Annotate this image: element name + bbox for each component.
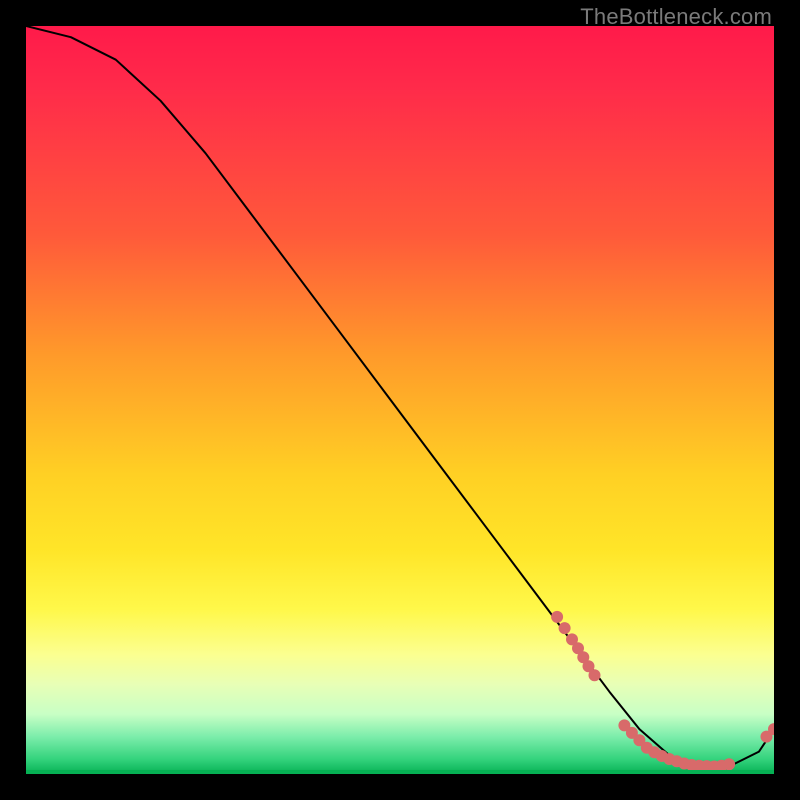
data-point: [723, 758, 735, 770]
bottleneck-curve: [26, 26, 774, 767]
data-point: [559, 622, 571, 634]
plot-overlay: [26, 26, 774, 774]
data-point: [589, 669, 601, 681]
data-point: [551, 611, 563, 623]
chart-frame: TheBottleneck.com: [0, 0, 800, 800]
plot-area: [26, 26, 774, 774]
